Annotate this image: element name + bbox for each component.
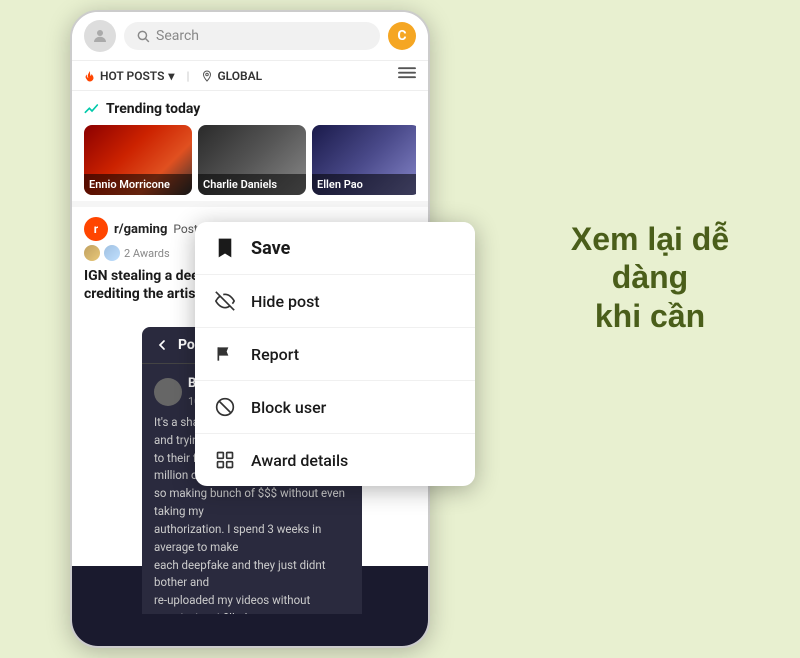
nav-divider: | (186, 69, 189, 83)
trend-card-1[interactable]: Ennio Morricone (84, 125, 192, 195)
viet-promo-text: Xem lại dễ dàngkhi cần (530, 220, 770, 335)
block-label: Block user (251, 398, 326, 417)
menu-button[interactable] (398, 67, 416, 84)
trending-icon (84, 101, 100, 117)
overlay-menu: Save Hide post Report Block user (195, 222, 475, 486)
search-bar[interactable]: Search (124, 22, 380, 50)
awards-count: 2 Awards (124, 247, 170, 260)
save-menu-item[interactable]: Save (195, 222, 475, 275)
report-label: Report (251, 345, 299, 364)
coins-button[interactable]: C (388, 22, 416, 50)
dropdown-arrow: ▾ (168, 69, 174, 83)
back-arrow-icon[interactable] (154, 337, 170, 353)
global-label: GLOBAL (217, 69, 262, 83)
sub-user-avatar (154, 378, 182, 406)
hide-icon (213, 289, 237, 313)
trend-label-3: Ellen Pao (312, 174, 416, 195)
award-icon-1 (84, 245, 100, 261)
block-icon (213, 395, 237, 419)
block-user-menu-item[interactable]: Block user (195, 381, 475, 434)
global-nav[interactable]: GLOBAL (201, 69, 262, 83)
award-icon-2 (104, 245, 120, 261)
user-avatar[interactable] (84, 20, 116, 52)
award-icon (213, 448, 237, 472)
trend-card-2[interactable]: Charlie Daniels (198, 125, 306, 195)
save-icon (213, 236, 237, 260)
trending-cards: Ennio Morricone Charlie Daniels Ellen Pa… (84, 125, 416, 195)
location-icon (201, 70, 213, 82)
trending-section: Trending today Ennio Morricone Charlie D… (72, 91, 428, 201)
hamburger-icon (398, 67, 416, 81)
trend-label-2: Charlie Daniels (198, 174, 306, 195)
save-label: Save (251, 238, 290, 259)
hot-posts-nav[interactable]: HOT POSTS ▾ (84, 69, 174, 83)
nav-bar: HOT POSTS ▾ | GLOBAL (72, 61, 428, 91)
report-menu-item[interactable]: Report (195, 328, 475, 381)
award-details-menu-item[interactable]: Award details (195, 434, 475, 486)
trend-card-3[interactable]: Ellen Pao (312, 125, 416, 195)
hot-posts-label: HOT POSTS (100, 69, 164, 83)
trend-label-1: Ennio Morricone (84, 174, 192, 195)
hide-post-menu-item[interactable]: Hide post (195, 275, 475, 328)
reddit-icon: r (84, 217, 108, 241)
trending-title: Trending today (84, 101, 416, 117)
award-details-label: Award details (251, 451, 348, 470)
hide-label: Hide post (251, 292, 320, 311)
fire-icon (84, 70, 96, 82)
report-icon (213, 342, 237, 366)
subreddit-name: r/gaming (114, 222, 167, 237)
app-header: Search C (72, 12, 428, 61)
search-placeholder: Search (156, 28, 199, 44)
search-icon (136, 29, 150, 43)
